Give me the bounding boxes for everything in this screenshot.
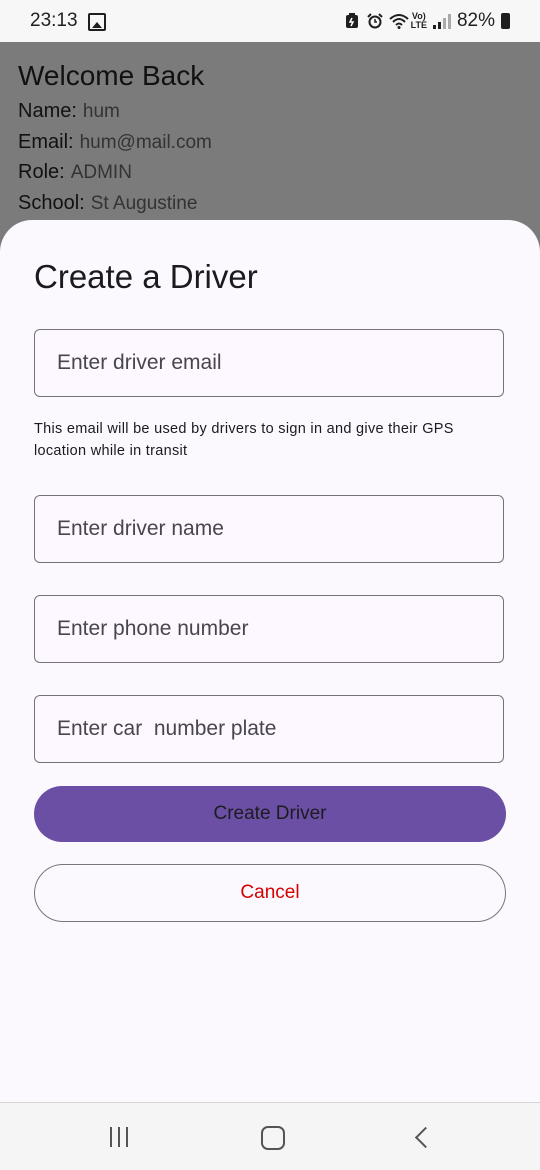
create-driver-button[interactable]: Create Driver: [34, 786, 506, 842]
sheet-title: Create a Driver: [34, 258, 258, 295]
gallery-icon: [88, 13, 106, 31]
info-row-name: Name: hum: [18, 100, 120, 123]
phone-number-field[interactable]: [34, 595, 504, 663]
info-label: Email:: [18, 131, 74, 153]
status-bar: 23:13 Vo) LTE 82%: [0, 0, 540, 42]
info-row-email: Email: hum@mail.com: [18, 131, 212, 154]
recent-apps-icon[interactable]: [110, 1127, 128, 1147]
phone-number-input[interactable]: [35, 596, 503, 662]
info-row-school: School: St Augustine: [18, 192, 197, 215]
info-label: Role:: [18, 161, 65, 183]
create-driver-sheet: Create a Driver This email will be used …: [0, 220, 540, 1102]
status-time: 23:13: [30, 10, 78, 31]
driver-name-input[interactable]: [35, 496, 503, 562]
car-plate-field[interactable]: [34, 695, 504, 763]
info-label: Name:: [18, 100, 77, 122]
welcome-title: Welcome Back: [18, 60, 205, 91]
info-value: hum: [82, 101, 120, 122]
battery-saver-icon: [345, 13, 361, 29]
info-value: hum@mail.com: [79, 132, 212, 153]
battery-percent: 82%: [456, 10, 495, 31]
signal-icon: [432, 13, 451, 29]
volte-bottom-text: LTE: [410, 20, 427, 30]
info-value: ADMIN: [70, 162, 132, 183]
driver-email-field[interactable]: [34, 329, 504, 397]
email-helper-text: This email will be used by drivers to si…: [34, 421, 454, 459]
home-icon[interactable]: [261, 1126, 285, 1150]
volte-indicator: Vo) LTE: [411, 12, 427, 30]
battery-icon: [501, 13, 510, 29]
car-plate-input[interactable]: [35, 696, 503, 762]
info-row-role: Role: ADMIN: [18, 161, 132, 184]
info-value: St Augustine: [90, 193, 198, 214]
status-indicators: Vo) LTE 82%: [345, 10, 510, 32]
driver-email-input[interactable]: [35, 330, 503, 396]
wifi-icon: [388, 13, 409, 29]
system-nav-bar: [0, 1102, 540, 1170]
back-icon[interactable]: [414, 1126, 437, 1149]
cancel-button[interactable]: Cancel: [34, 864, 506, 922]
alarm-icon: [366, 13, 383, 29]
info-label: School:: [18, 192, 85, 214]
driver-name-field[interactable]: [34, 495, 504, 563]
